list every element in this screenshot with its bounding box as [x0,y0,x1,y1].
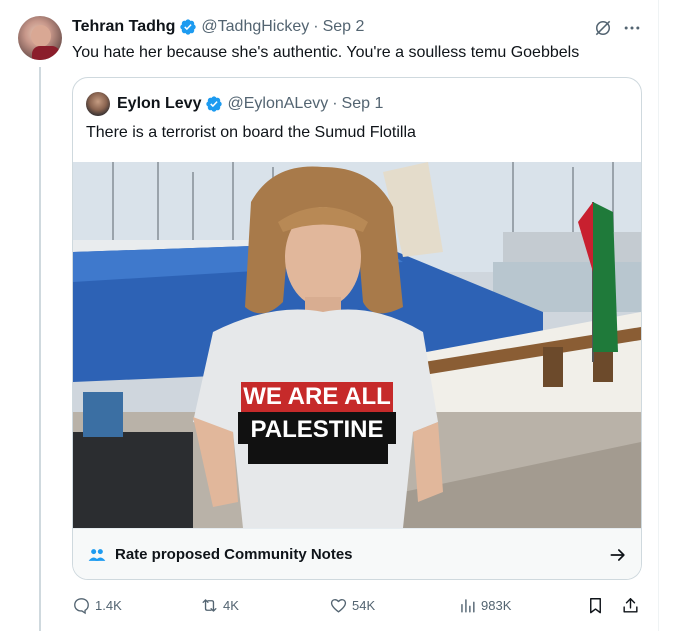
tweet-date[interactable]: Sep 2 [323,18,365,36]
quoted-header: Eylon Levy @EylonALevy · Sep 1 [117,93,383,115]
grok-icon[interactable] [593,18,613,38]
repost-count: 4K [223,597,239,613]
tweet-photo[interactable]: WE ARE ALL PALESTINE [73,162,641,528]
community-notes-label: Rate proposed Community Notes [115,546,353,563]
views-icon [461,598,475,613]
tweet-header: Tehran Tadhg @TadhgHickey · Sep 2 [72,16,649,38]
views-count: 983K [481,597,512,613]
quoted-avatar[interactable] [86,92,110,116]
repost-icon [202,598,217,612]
repost-button[interactable]: 4K [200,594,239,616]
reply-count: 1.4K [95,597,122,613]
people-icon [88,549,106,561]
more-icon[interactable] [622,18,642,38]
quoted-date: Sep 1 [341,95,384,112]
verified-badge-icon [206,96,223,112]
quoted-author-name: Eylon Levy [117,95,202,112]
quoted-text: There is a terrorist on board the Sumud … [86,124,416,141]
separator-dot: · [313,18,319,35]
bookmark-icon [590,597,601,613]
avatar[interactable] [18,16,62,60]
tweet-text: You hate her because she's authentic. Yo… [72,44,580,61]
like-icon [330,598,347,613]
author-name[interactable]: Tehran Tadhg [72,18,175,36]
shirt-text-1: WE ARE ALL [243,383,391,410]
quoted-author-handle: @EylonALevy [227,95,329,112]
arrow-right-icon [610,549,625,561]
share-icon [623,597,638,613]
column-border [658,0,659,631]
avatar-face [31,25,51,47]
community-notes-bar[interactable]: Rate proposed Community Notes [73,528,641,579]
shirt-text-2: PALESTINE [251,416,384,443]
like-count: 54K [352,597,376,613]
thread-line [39,67,41,631]
bookmark-button[interactable] [586,594,605,616]
photo-illustration: WE ARE ALL PALESTINE [73,162,641,528]
views-button[interactable]: 983K [458,594,511,616]
reply-icon [74,597,89,614]
author-handle[interactable]: @TadhgHickey [201,18,309,36]
action-bar: 1.4K 4K 54K 983K [72,594,642,616]
quoted-tweet[interactable]: Eylon Levy @EylonALevy · Sep 1 There is … [72,77,642,580]
reply-button[interactable]: 1.4K [72,594,122,616]
verified-badge-icon [180,19,197,35]
separator-dot: · [332,95,338,112]
like-button[interactable]: 54K [329,594,375,616]
avatar-shirt [32,46,60,60]
share-button[interactable] [621,594,640,616]
